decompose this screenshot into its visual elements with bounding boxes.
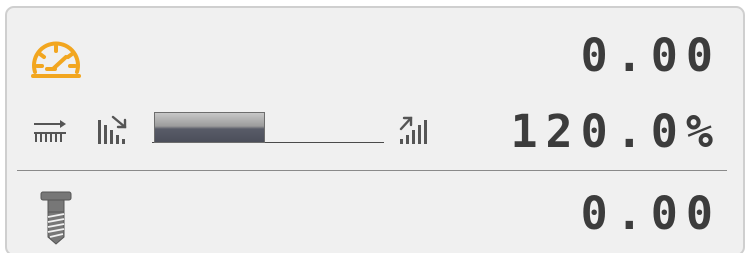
feed-override-row: 120.0% [7,96,743,166]
spindle-tool-icon [40,191,72,245]
feed-override-value: 120.0% [510,104,721,158]
decrease-override-icon[interactable] [95,114,131,146]
feed-speed-row: 0.00 [7,20,743,90]
feed-override-slider[interactable] [152,112,384,147]
spindle-value: 0.00 [580,186,721,240]
dro-panel: 0.00 120.0% 0.00 [5,6,745,253]
divider [17,170,727,171]
slider-fill[interactable] [154,112,265,143]
feed-rate-icon [34,120,66,142]
speedometer-icon [31,41,81,78]
spindle-row: 0.00 [7,178,743,248]
increase-override-icon[interactable] [397,114,433,146]
feed-speed-value: 0.00 [580,28,721,82]
